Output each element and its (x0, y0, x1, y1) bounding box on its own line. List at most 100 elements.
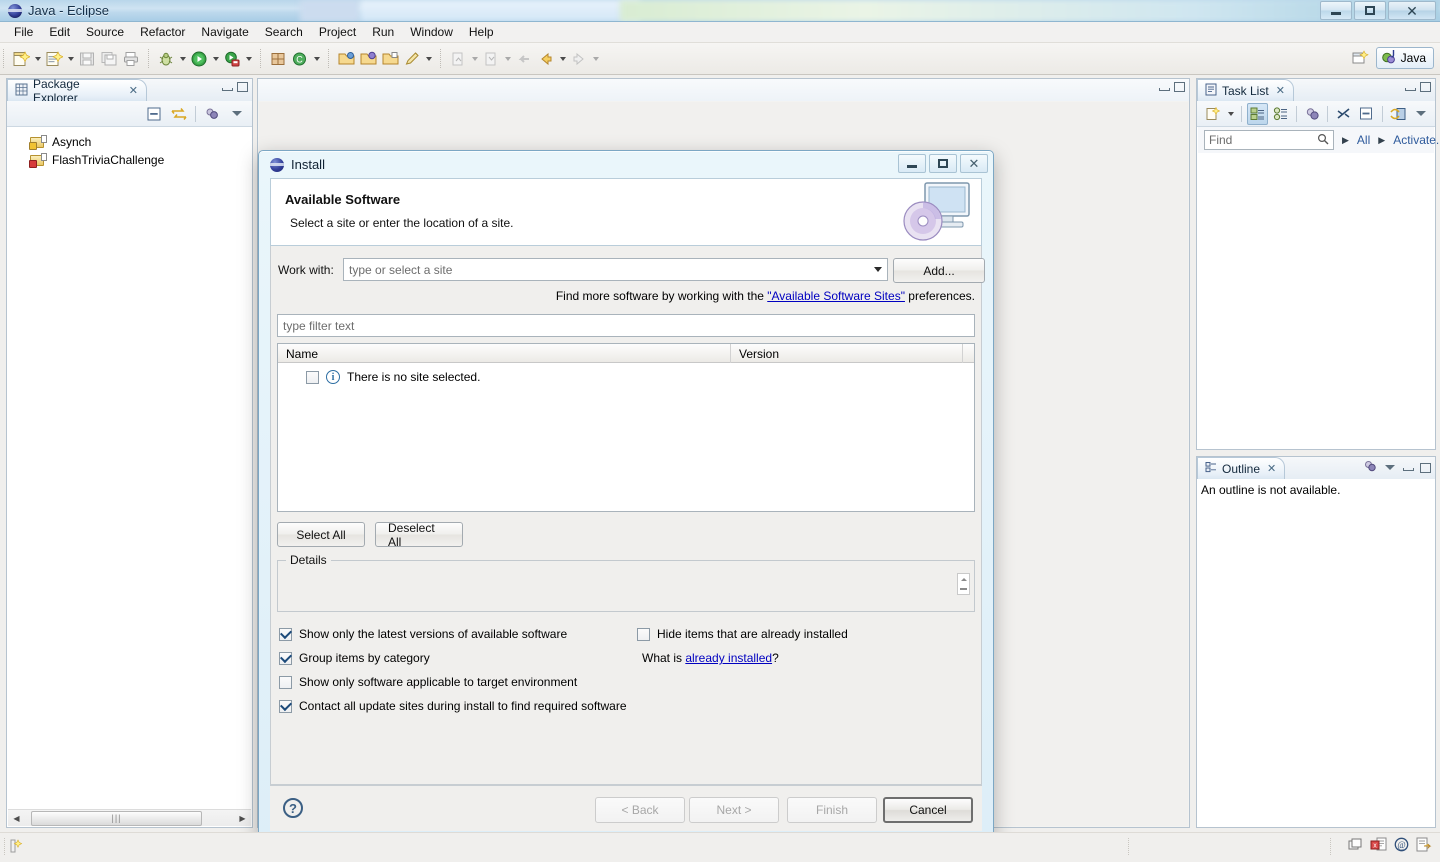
column-header-name[interactable]: Name (278, 344, 731, 363)
tab-outline[interactable]: Outline ✕ (1197, 457, 1285, 479)
new-java-project-dropdown-arrow[interactable] (65, 48, 76, 70)
view-menu-focus-icon[interactable] (201, 103, 223, 125)
tab-package-explorer[interactable]: Package Explorer ✕ (7, 77, 147, 105)
open-perspective-icon[interactable] (1349, 46, 1373, 70)
save-icon[interactable] (76, 48, 98, 70)
maximize-icon[interactable] (237, 82, 248, 92)
finish-button[interactable]: Finish (787, 797, 877, 823)
run-icon[interactable] (188, 48, 210, 70)
minimize-icon[interactable] (1402, 463, 1414, 472)
maximize-icon[interactable] (1420, 82, 1431, 92)
new-wizard-dropdown-arrow[interactable] (32, 48, 43, 70)
view-menu-icon[interactable] (226, 103, 248, 125)
filter-input[interactable]: type filter text (277, 314, 975, 337)
already-installed-link[interactable]: already installed (685, 651, 772, 665)
column-header-version[interactable]: Version (731, 344, 963, 363)
back-icon[interactable] (535, 48, 557, 70)
close-icon[interactable]: ✕ (129, 84, 138, 97)
mark-occurrences-dropdown-arrow[interactable] (423, 48, 434, 70)
checkbox[interactable] (637, 627, 650, 641)
open-perspective-shortcut-icon[interactable] (1416, 837, 1432, 855)
option-hide-installed[interactable]: Hide items that are already installed (637, 627, 848, 641)
collapse-all-icon[interactable] (143, 103, 165, 125)
minimize-icon[interactable] (1404, 83, 1416, 92)
debug-dropdown-arrow[interactable] (177, 48, 188, 70)
menu-run[interactable]: Run (364, 23, 402, 41)
next-button[interactable]: Next > (689, 797, 779, 823)
perspective-java-button[interactable]: Java (1375, 47, 1434, 69)
package-explorer-tree[interactable]: Asynch FlashTriviaChallenge (8, 127, 251, 809)
scroll-track[interactable]: ||| (25, 810, 234, 826)
details-spinner[interactable] (957, 573, 970, 595)
help-icon[interactable]: ? (283, 798, 303, 818)
new-java-package-icon[interactable] (267, 48, 289, 70)
debug-icon[interactable] (155, 48, 177, 70)
option-contact-all-update-sites[interactable]: Contact all update sites during install … (279, 699, 627, 713)
checkbox[interactable] (279, 651, 292, 665)
link-with-editor-icon[interactable] (168, 103, 190, 125)
available-software-table[interactable]: Name Version i There is no site selected… (277, 343, 975, 512)
maximize-button[interactable] (1354, 1, 1386, 20)
scroll-thumb[interactable]: ||| (31, 810, 202, 826)
run-external-dropdown-arrow[interactable] (243, 48, 254, 70)
add-site-button[interactable]: Add... (893, 258, 985, 283)
menu-file[interactable]: File (6, 23, 41, 41)
cancel-button[interactable]: Cancel (883, 797, 973, 823)
view-menu-icon[interactable] (1411, 103, 1431, 125)
dialog-minimize-button[interactable] (898, 154, 926, 173)
table-row[interactable]: i There is no site selected. (278, 363, 974, 387)
option-show-latest-versions[interactable]: Show only the latest versions of availab… (279, 627, 567, 641)
task-list-body[interactable] (1198, 153, 1434, 448)
menu-window[interactable]: Window (402, 23, 461, 41)
tab-task-list[interactable]: Task List ✕ (1197, 79, 1294, 101)
focus-on-workweek-icon[interactable] (1302, 103, 1322, 125)
spinner-up-icon[interactable] (958, 574, 969, 584)
task-filter-all[interactable]: All (1357, 133, 1370, 147)
minimize-icon[interactable] (221, 83, 233, 92)
package-explorer-hscrollbar[interactable]: ◀ ||| ▶ (8, 809, 251, 826)
deselect-all-button[interactable]: Deselect All (375, 521, 463, 549)
chevron-down-icon[interactable] (874, 267, 882, 272)
checkbox[interactable] (279, 627, 292, 641)
print-icon[interactable] (120, 48, 142, 70)
forward-icon[interactable] (568, 48, 590, 70)
new-java-project-icon[interactable] (43, 48, 65, 70)
dialog-maximize-button[interactable] (929, 154, 957, 173)
spinner-down-icon[interactable] (958, 584, 969, 594)
dialog-close-button[interactable]: ✕ (960, 154, 988, 173)
open-task-icon[interactable] (357, 48, 379, 70)
scroll-left-arrow-icon[interactable]: ◀ (8, 811, 25, 826)
minimize-button[interactable] (1320, 1, 1352, 20)
menu-edit[interactable]: Edit (41, 23, 78, 41)
previous-annotation-icon[interactable] (447, 48, 469, 70)
new-class-dropdown-arrow[interactable] (311, 48, 322, 70)
option-group-by-category[interactable]: Group items by category (279, 651, 430, 665)
new-wizard-icon[interactable] (10, 48, 32, 70)
select-all-button[interactable]: Select All (277, 522, 365, 547)
view-menu-icon[interactable] (1385, 465, 1395, 470)
minimize-icon[interactable] (1158, 83, 1170, 92)
new-task-icon[interactable] (1203, 103, 1223, 125)
focus-icon[interactable] (1363, 460, 1378, 475)
menu-navigate[interactable]: Navigate (193, 23, 256, 41)
available-software-sites-link[interactable]: "Available Software Sites" (767, 289, 905, 303)
open-type-icon[interactable] (335, 48, 357, 70)
forward-dropdown-arrow[interactable] (590, 48, 601, 70)
collapse-all-icon[interactable] (1356, 103, 1376, 125)
build-error-icon[interactable]: x (1370, 837, 1387, 855)
menu-help[interactable]: Help (461, 23, 502, 41)
next-annotation-dropdown-arrow[interactable] (502, 48, 513, 70)
task-filter-activate[interactable]: Activate... (1393, 133, 1440, 147)
row-checkbox[interactable] (306, 370, 319, 384)
list-item[interactable]: Asynch (8, 133, 251, 151)
new-task-dropdown-arrow[interactable] (1226, 103, 1236, 125)
categorized-presentation-icon[interactable] (1247, 102, 1268, 125)
checkbox[interactable] (279, 675, 292, 689)
close-button[interactable]: ✕ (1388, 1, 1436, 20)
maximize-icon[interactable] (1420, 462, 1431, 473)
open-resource-icon[interactable] (379, 48, 401, 70)
back-dropdown-arrow[interactable] (557, 48, 568, 70)
save-all-icon[interactable] (98, 48, 120, 70)
run-dropdown-arrow[interactable] (210, 48, 221, 70)
previous-annotation-dropdown-arrow[interactable] (469, 48, 480, 70)
